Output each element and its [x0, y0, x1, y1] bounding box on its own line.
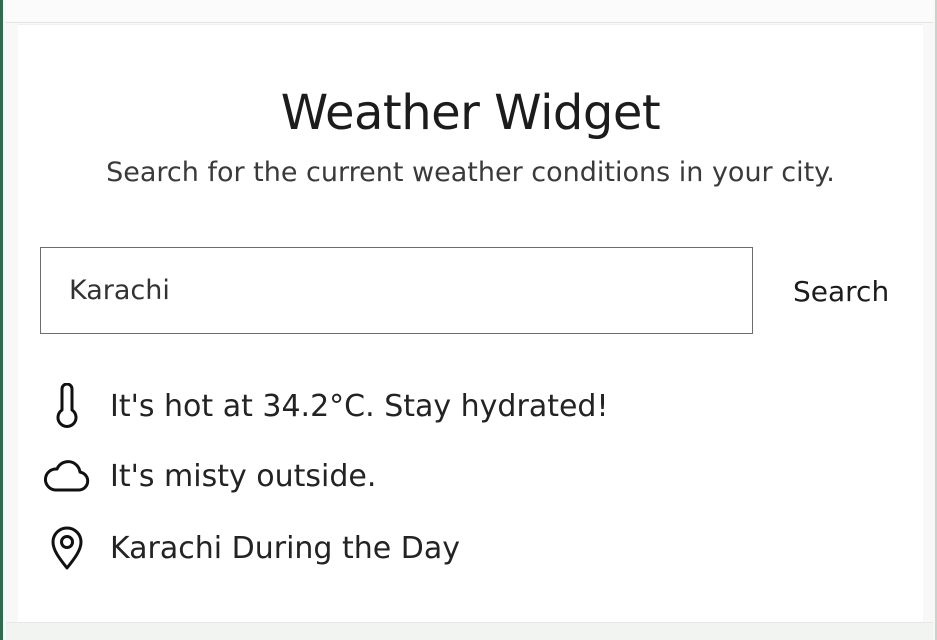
- weather-widget: Weather Widget Search for the current we…: [18, 24, 923, 623]
- bottom-bar: [6, 622, 933, 640]
- search-button[interactable]: Search: [793, 265, 909, 317]
- page-title: Weather Widget: [280, 85, 661, 141]
- condition-text: It's misty outside.: [110, 458, 377, 494]
- thermometer-icon: [42, 381, 92, 431]
- top-bar: [6, 0, 933, 23]
- location-row: Karachi During the Day: [42, 523, 460, 573]
- temperature-row: It's hot at 34.2°C. Stay hydrated!: [42, 381, 609, 431]
- condition-row: It's misty outside.: [42, 451, 376, 501]
- location-text: Karachi During the Day: [110, 530, 461, 566]
- app-frame: Weather Widget Search for the current we…: [0, 0, 937, 640]
- cloud-icon: [42, 451, 92, 501]
- temperature-text: It's hot at 34.2°C. Stay hydrated!: [110, 388, 609, 424]
- location-pin-icon: [42, 523, 92, 573]
- city-search-input[interactable]: [40, 247, 753, 334]
- page-subtitle: Search for the current weather condition…: [106, 157, 835, 188]
